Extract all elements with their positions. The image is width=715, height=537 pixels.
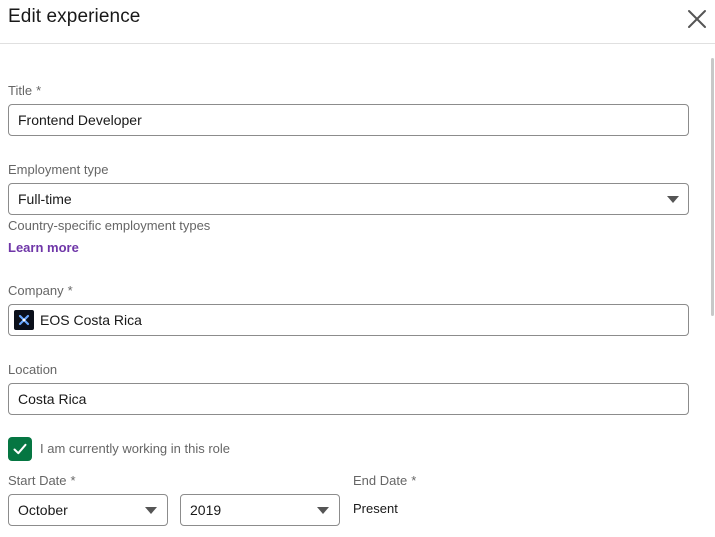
employment-type-label: Employment type bbox=[8, 162, 109, 177]
title-input[interactable]: Frontend Developer bbox=[8, 104, 689, 136]
start-month-value: October bbox=[18, 502, 68, 518]
checkmark-icon bbox=[13, 443, 27, 455]
close-icon[interactable] bbox=[686, 8, 708, 30]
start-year-value: 2019 bbox=[190, 502, 222, 518]
chevron-down-icon bbox=[667, 196, 679, 203]
start-year-select[interactable]: 2019 bbox=[180, 494, 340, 526]
dialog-header: Edit experience bbox=[0, 0, 715, 44]
company-logo-icon bbox=[14, 310, 34, 330]
learn-more-link[interactable]: Learn more bbox=[8, 240, 79, 255]
chevron-down-icon bbox=[145, 507, 157, 514]
dialog-title: Edit experience bbox=[8, 6, 141, 27]
end-date-label: End Date * bbox=[353, 473, 417, 488]
employment-type-select[interactable]: Full-time bbox=[8, 183, 689, 215]
title-input-value: Frontend Developer bbox=[18, 112, 142, 128]
employment-type-helper: Country-specific employment types bbox=[8, 218, 211, 233]
start-date-label: Start Date * bbox=[8, 473, 76, 488]
start-month-select[interactable]: October bbox=[8, 494, 168, 526]
location-input-value: Costa Rica bbox=[18, 391, 87, 407]
company-input[interactable]: EOS Costa Rica bbox=[8, 304, 689, 336]
scrollbar[interactable] bbox=[711, 58, 714, 316]
employment-type-value: Full-time bbox=[18, 191, 72, 207]
company-label: Company * bbox=[8, 283, 73, 298]
location-label: Location bbox=[8, 362, 58, 377]
title-label: Title * bbox=[8, 83, 42, 98]
location-input[interactable]: Costa Rica bbox=[8, 383, 689, 415]
chevron-down-icon bbox=[317, 507, 329, 514]
current-role-label: I am currently working in this role bbox=[40, 441, 231, 456]
current-role-checkbox[interactable] bbox=[8, 437, 32, 461]
end-date-value: Present bbox=[353, 501, 398, 516]
company-input-value: EOS Costa Rica bbox=[40, 312, 142, 328]
